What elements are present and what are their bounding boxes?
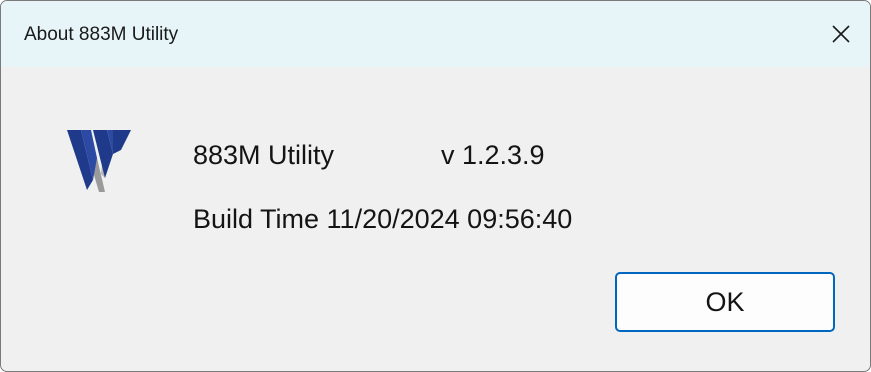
app-name: 883M Utility — [193, 140, 335, 170]
ok-button[interactable]: OK — [615, 272, 835, 332]
build-time: Build Time 11/20/2024 09:56:40 — [193, 204, 573, 234]
version-number: v 1.2.3.9 — [441, 140, 545, 170]
about-dialog: About 883M Utility 883M Utility v 1.2.3.… — [0, 0, 871, 372]
close-icon — [832, 25, 850, 43]
dialog-title: About 883M Utility — [24, 24, 179, 45]
w-logo-icon — [67, 128, 133, 192]
close-button[interactable] — [812, 1, 870, 67]
title-bar[interactable]: About 883M Utility — [1, 1, 870, 67]
